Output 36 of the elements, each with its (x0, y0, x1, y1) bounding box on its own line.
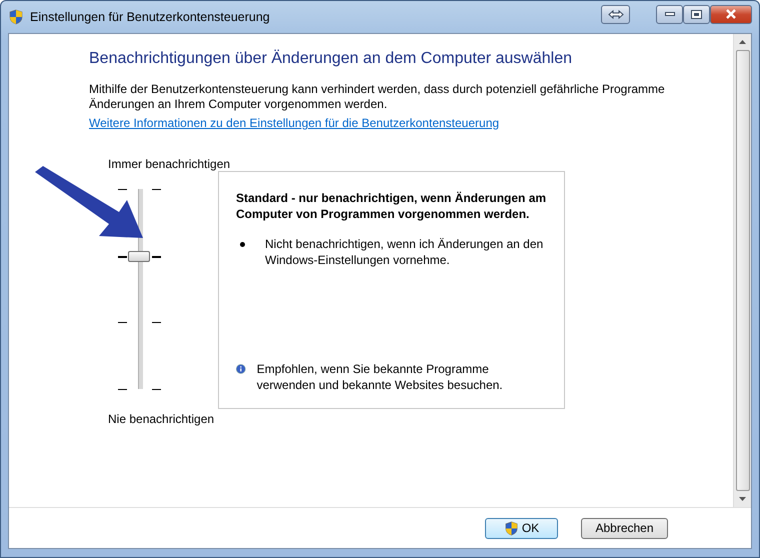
double-arrow-icon (608, 10, 624, 18)
slider-thumb[interactable] (128, 250, 150, 262)
description-text: Mithilfe der Benutzerkontensteuerung kann verhindert werden, dass durch potenziell gefährliche Programme Änderungen an Ihrem Computer vorgenommen werden. (89, 82, 666, 112)
close-button[interactable] (710, 4, 752, 24)
tick-mark (118, 189, 127, 190)
slider-top-label: Immer benachrichtigen (108, 157, 232, 171)
scroll-down-icon (739, 497, 746, 501)
bullet-text: Nicht benachrichtigen, wenn ich Änderungen an den Windows-Einstellungen vornehme. (265, 236, 544, 268)
window-title: Einstellungen für Benutzerkontensteuerung (30, 10, 271, 24)
close-icon (725, 9, 737, 19)
page-heading: Benachrichtigungen über Änderungen an dem Computer auswählen (89, 50, 573, 68)
tick-mark (118, 322, 127, 324)
tick-mark (118, 389, 127, 390)
tick-mark (118, 256, 127, 258)
scroll-thumb[interactable] (736, 50, 750, 491)
recommendation-text: Empfohlen, wenn Sie bekannte Programme verwenden und bekannte Websites besuchen. (256, 361, 504, 393)
tick-mark (152, 256, 161, 258)
scroll-up-icon (739, 40, 746, 44)
maximize-button[interactable] (683, 4, 710, 24)
minimize-icon (664, 12, 674, 16)
setting-title: Standard - nur benachrichtigen, wenn Änderungen am Computer von Programmen vorgenommen werden. (236, 190, 548, 222)
shield-icon (504, 520, 519, 536)
bullet-icon (240, 242, 245, 247)
maximize-icon (691, 10, 702, 18)
info-icon (236, 361, 246, 377)
slider-bottom-label: Nie benachrichtigen (108, 412, 216, 426)
tick-mark (152, 189, 161, 190)
minimize-button[interactable] (656, 4, 683, 24)
shield-icon (8, 9, 24, 25)
cancel-button[interactable]: Abbrechen (581, 518, 668, 538)
ok-button[interactable]: OK (485, 518, 558, 538)
resize-button[interactable] (601, 4, 630, 24)
more-info-link[interactable]: Weitere Informationen zu den Einstellungen für die Benutzerkontensteuerung (89, 116, 500, 130)
tick-mark (152, 389, 161, 390)
tick-mark (152, 322, 161, 324)
scrollbar[interactable] (733, 34, 751, 507)
